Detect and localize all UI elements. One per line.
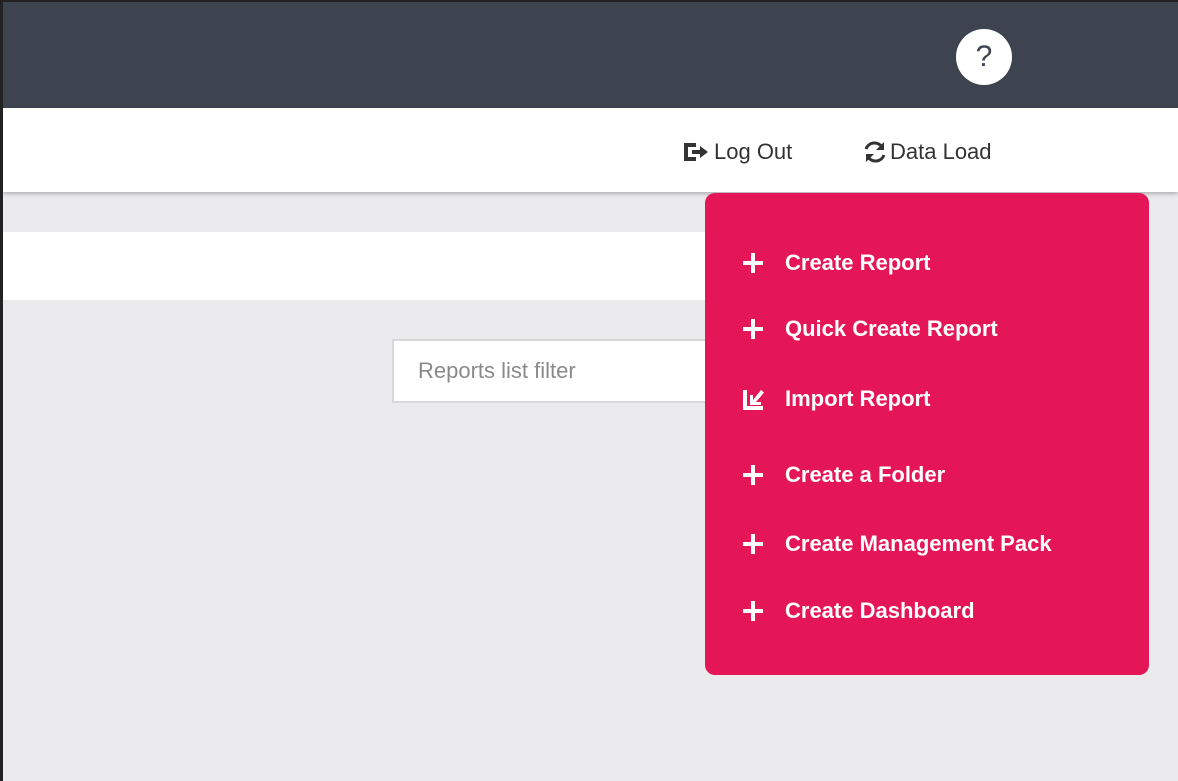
quick-create-report-item[interactable]: Quick Create Report bbox=[741, 309, 998, 349]
menu-item-label: Create Report bbox=[785, 250, 931, 275]
create-menu-dropdown: Create Report Quick Create Report Import… bbox=[705, 193, 1149, 675]
logout-label: Log Out bbox=[714, 139, 793, 164]
menu-item-label: Create Dashboard bbox=[785, 598, 975, 623]
plus-icon bbox=[741, 314, 771, 344]
app-window: ? Log Out Data Load C bbox=[0, 0, 1178, 781]
logout-icon bbox=[684, 143, 708, 161]
menu-item-label: Quick Create Report bbox=[785, 316, 998, 341]
sub-navigation-bar: Log Out Data Load bbox=[3, 108, 1178, 192]
data-load-link[interactable]: Data Load bbox=[862, 138, 992, 166]
plus-icon bbox=[741, 460, 771, 490]
logout-link[interactable]: Log Out bbox=[682, 138, 792, 166]
top-header-bar: ? bbox=[3, 2, 1178, 108]
import-report-item[interactable]: Import Report bbox=[741, 379, 930, 419]
create-dashboard-item[interactable]: Create Dashboard bbox=[741, 591, 975, 631]
plus-icon bbox=[741, 596, 771, 626]
data-load-label: Data Load bbox=[890, 139, 992, 164]
menu-item-label: Create Management Pack bbox=[785, 531, 1052, 556]
help-button[interactable]: ? bbox=[956, 29, 1012, 85]
create-report-item[interactable]: Create Report bbox=[741, 243, 930, 283]
reports-filter-input[interactable] bbox=[392, 339, 722, 403]
plus-icon bbox=[741, 248, 771, 278]
create-management-pack-item[interactable]: Create Management Pack bbox=[741, 524, 1052, 564]
menu-item-label: Create a Folder bbox=[785, 462, 946, 487]
import-icon bbox=[741, 384, 771, 414]
menu-item-label: Import Report bbox=[785, 386, 931, 411]
refresh-icon bbox=[864, 141, 886, 163]
plus-icon bbox=[741, 529, 771, 559]
create-folder-item[interactable]: Create a Folder bbox=[741, 455, 945, 495]
